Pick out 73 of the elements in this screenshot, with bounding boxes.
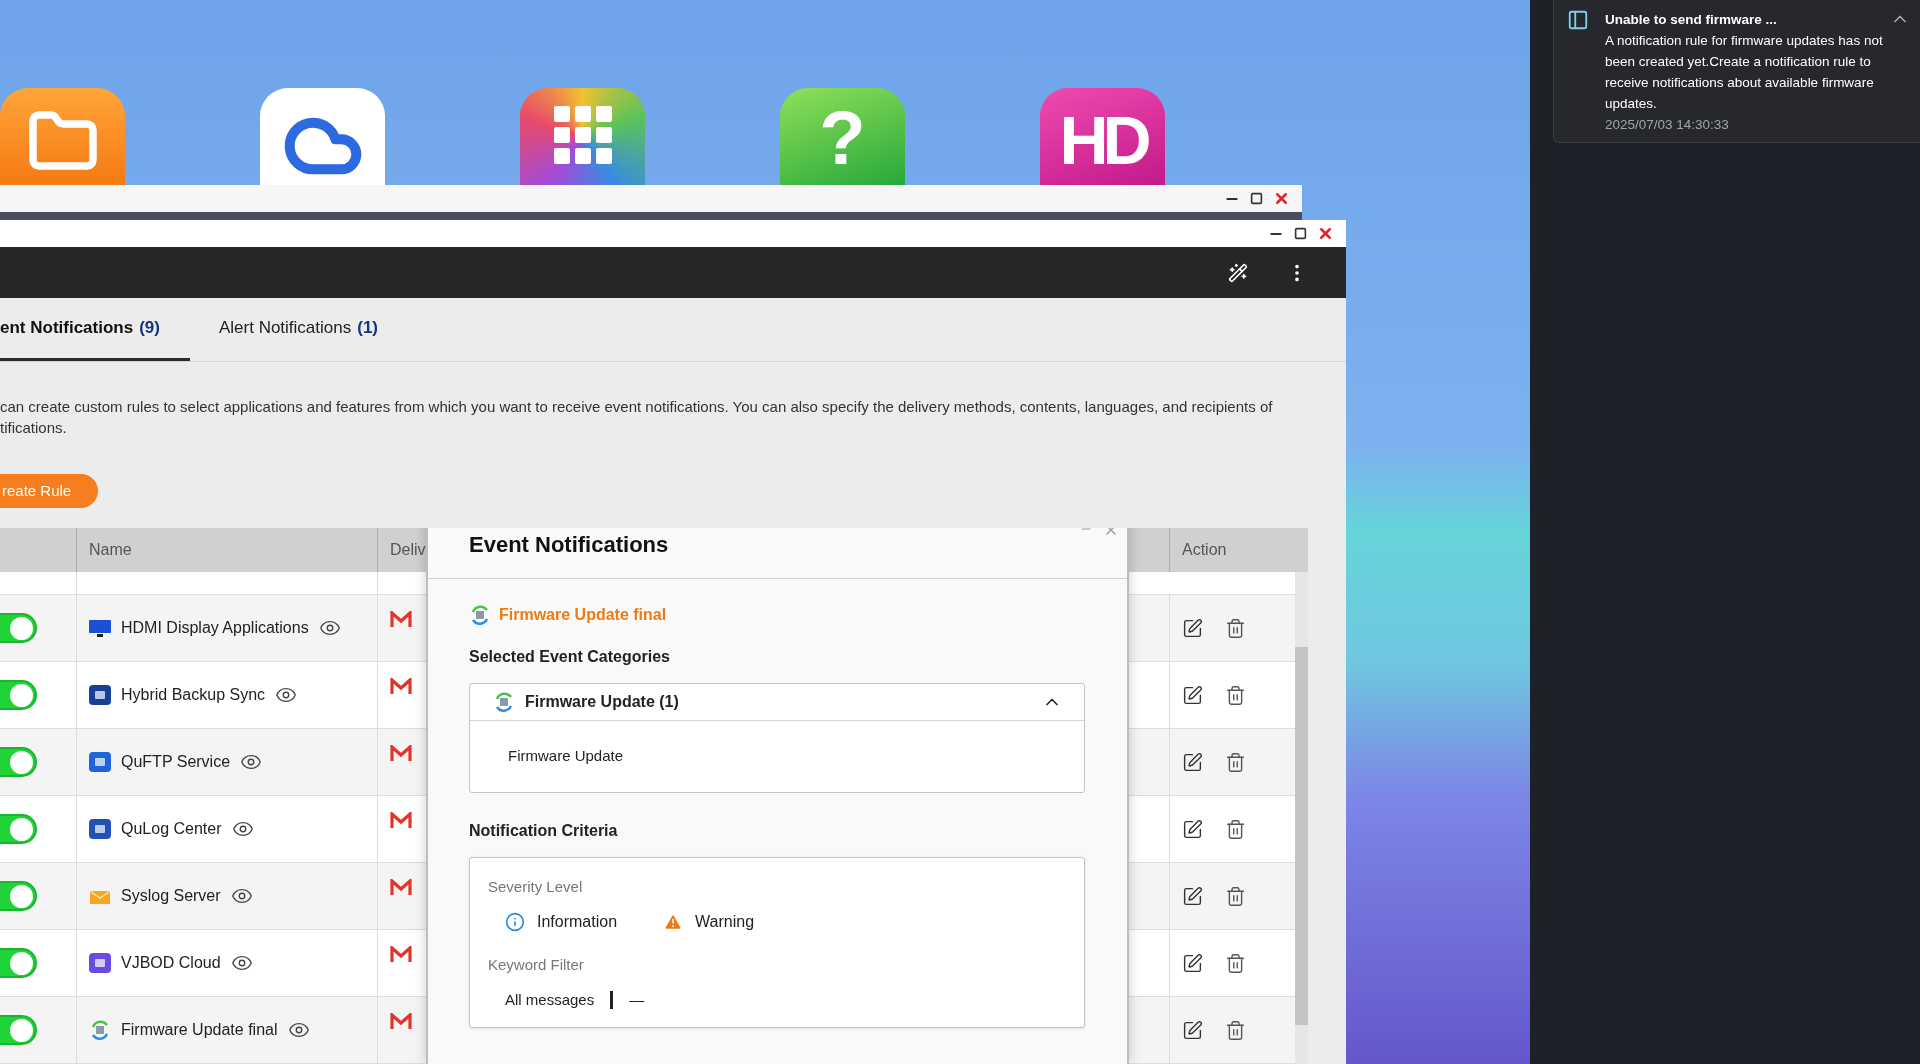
rule-name: Hybrid Backup Sync bbox=[121, 685, 266, 705]
mail-icon bbox=[390, 678, 412, 695]
dialog-title: Event Notifications bbox=[469, 530, 669, 559]
firmware-update-icon bbox=[469, 604, 491, 626]
monitor-icon bbox=[89, 617, 111, 639]
category-item: Firmware Update bbox=[508, 746, 625, 766]
field-label: Keyword Filter bbox=[488, 955, 585, 975]
category-header[interactable]: Firmware Update (1) bbox=[470, 684, 1084, 721]
notification-body: A notification rule for firmware updates has not been created yet.Create a notification rule to receive notifications about available firmware updates. bbox=[1605, 32, 1884, 113]
section-heading: Notification Criteria bbox=[469, 820, 619, 841]
keyword-value: — bbox=[629, 989, 645, 1010]
column-header: Action bbox=[1182, 540, 1227, 560]
edit-icon[interactable] bbox=[1182, 751, 1203, 773]
notification-title: Unable to send firmware ... bbox=[1605, 11, 1778, 29]
scrollbar[interactable] bbox=[1295, 572, 1308, 1064]
rule-name: QuLog Center bbox=[121, 819, 222, 839]
edit-icon[interactable] bbox=[1182, 617, 1203, 639]
close-icon[interactable] bbox=[1273, 190, 1290, 207]
edit-icon[interactable] bbox=[1182, 818, 1203, 840]
app-icon bbox=[89, 751, 111, 773]
field-label: Severity Level bbox=[488, 876, 584, 897]
maximize-icon[interactable] bbox=[1294, 227, 1307, 240]
rule-name: VJBOD Cloud bbox=[121, 953, 221, 973]
keyword-mode: All messages bbox=[505, 989, 595, 1010]
rule-title: Firmware Update final bbox=[499, 605, 667, 625]
grid-app-icon[interactable] bbox=[520, 88, 645, 185]
magic-wand-icon[interactable] bbox=[1228, 262, 1248, 283]
app-icon bbox=[89, 684, 111, 706]
firmware-update-icon bbox=[493, 691, 515, 713]
warning-icon bbox=[663, 912, 684, 932]
delete-icon[interactable] bbox=[1225, 952, 1246, 974]
close-icon[interactable] bbox=[1317, 225, 1334, 242]
app-icon bbox=[89, 818, 111, 840]
delete-icon[interactable] bbox=[1225, 751, 1246, 773]
delete-icon[interactable] bbox=[1225, 818, 1246, 840]
edit-icon[interactable] bbox=[1182, 1019, 1203, 1041]
maximize-icon[interactable] bbox=[1250, 192, 1263, 205]
edit-icon[interactable] bbox=[1182, 885, 1203, 907]
firmware-update-icon bbox=[89, 1019, 111, 1041]
delete-icon[interactable] bbox=[1225, 885, 1246, 907]
mail-icon bbox=[390, 946, 412, 963]
column-header: Name bbox=[89, 540, 132, 560]
mail-icon bbox=[390, 745, 412, 762]
column-header: Deliv bbox=[390, 540, 426, 560]
info-icon bbox=[505, 912, 525, 932]
severity-label: Information bbox=[537, 912, 618, 932]
delete-icon[interactable] bbox=[1225, 1019, 1246, 1041]
delete-icon[interactable] bbox=[1225, 617, 1246, 639]
description-text: tifications. bbox=[0, 418, 68, 438]
mail-icon bbox=[390, 1013, 412, 1030]
tab[interactable]: ent Notifications (9) bbox=[0, 298, 190, 361]
category-label: Firmware Update (1) bbox=[525, 692, 680, 712]
rule-name: Syslog Server bbox=[121, 886, 221, 906]
delete-icon[interactable] bbox=[1225, 684, 1246, 706]
tab[interactable]: Alert Notifications (1) bbox=[189, 298, 407, 361]
edit-icon[interactable] bbox=[1182, 952, 1203, 974]
hd-app-icon[interactable]: HD bbox=[1040, 88, 1165, 185]
rule-name: HDMI Display Applications bbox=[121, 618, 309, 638]
notification-icon bbox=[1567, 9, 1589, 31]
rule-name: QuFTP Service bbox=[121, 752, 231, 772]
mail-icon bbox=[390, 812, 412, 829]
section-heading: Selected Event Categories bbox=[469, 647, 671, 667]
folder-app-icon[interactable] bbox=[0, 88, 125, 185]
edit-icon[interactable] bbox=[1182, 684, 1203, 706]
mail-icon bbox=[390, 611, 412, 628]
severity-label: Warning bbox=[695, 912, 755, 932]
rule-name: Firmware Update final bbox=[121, 1020, 278, 1040]
cloud-app-icon[interactable] bbox=[260, 88, 385, 185]
mail-icon bbox=[390, 879, 412, 896]
description-text: can create custom rules to select applications and features from which you want to receive event notifications. You can also specify the delivery methods, contents, languages, and recipients of bbox=[0, 397, 1274, 417]
notification-time: 2025/07/03 14:30:33 bbox=[1605, 116, 1730, 134]
app-icon bbox=[89, 952, 111, 974]
notification-card[interactable]: Unable to send firmware ... A notification rule for firmware updates has not been created yet.Create a notification rule to receive notifications about available firmware updates. 2025/07/03 14:30:33 bbox=[1553, 0, 1920, 143]
